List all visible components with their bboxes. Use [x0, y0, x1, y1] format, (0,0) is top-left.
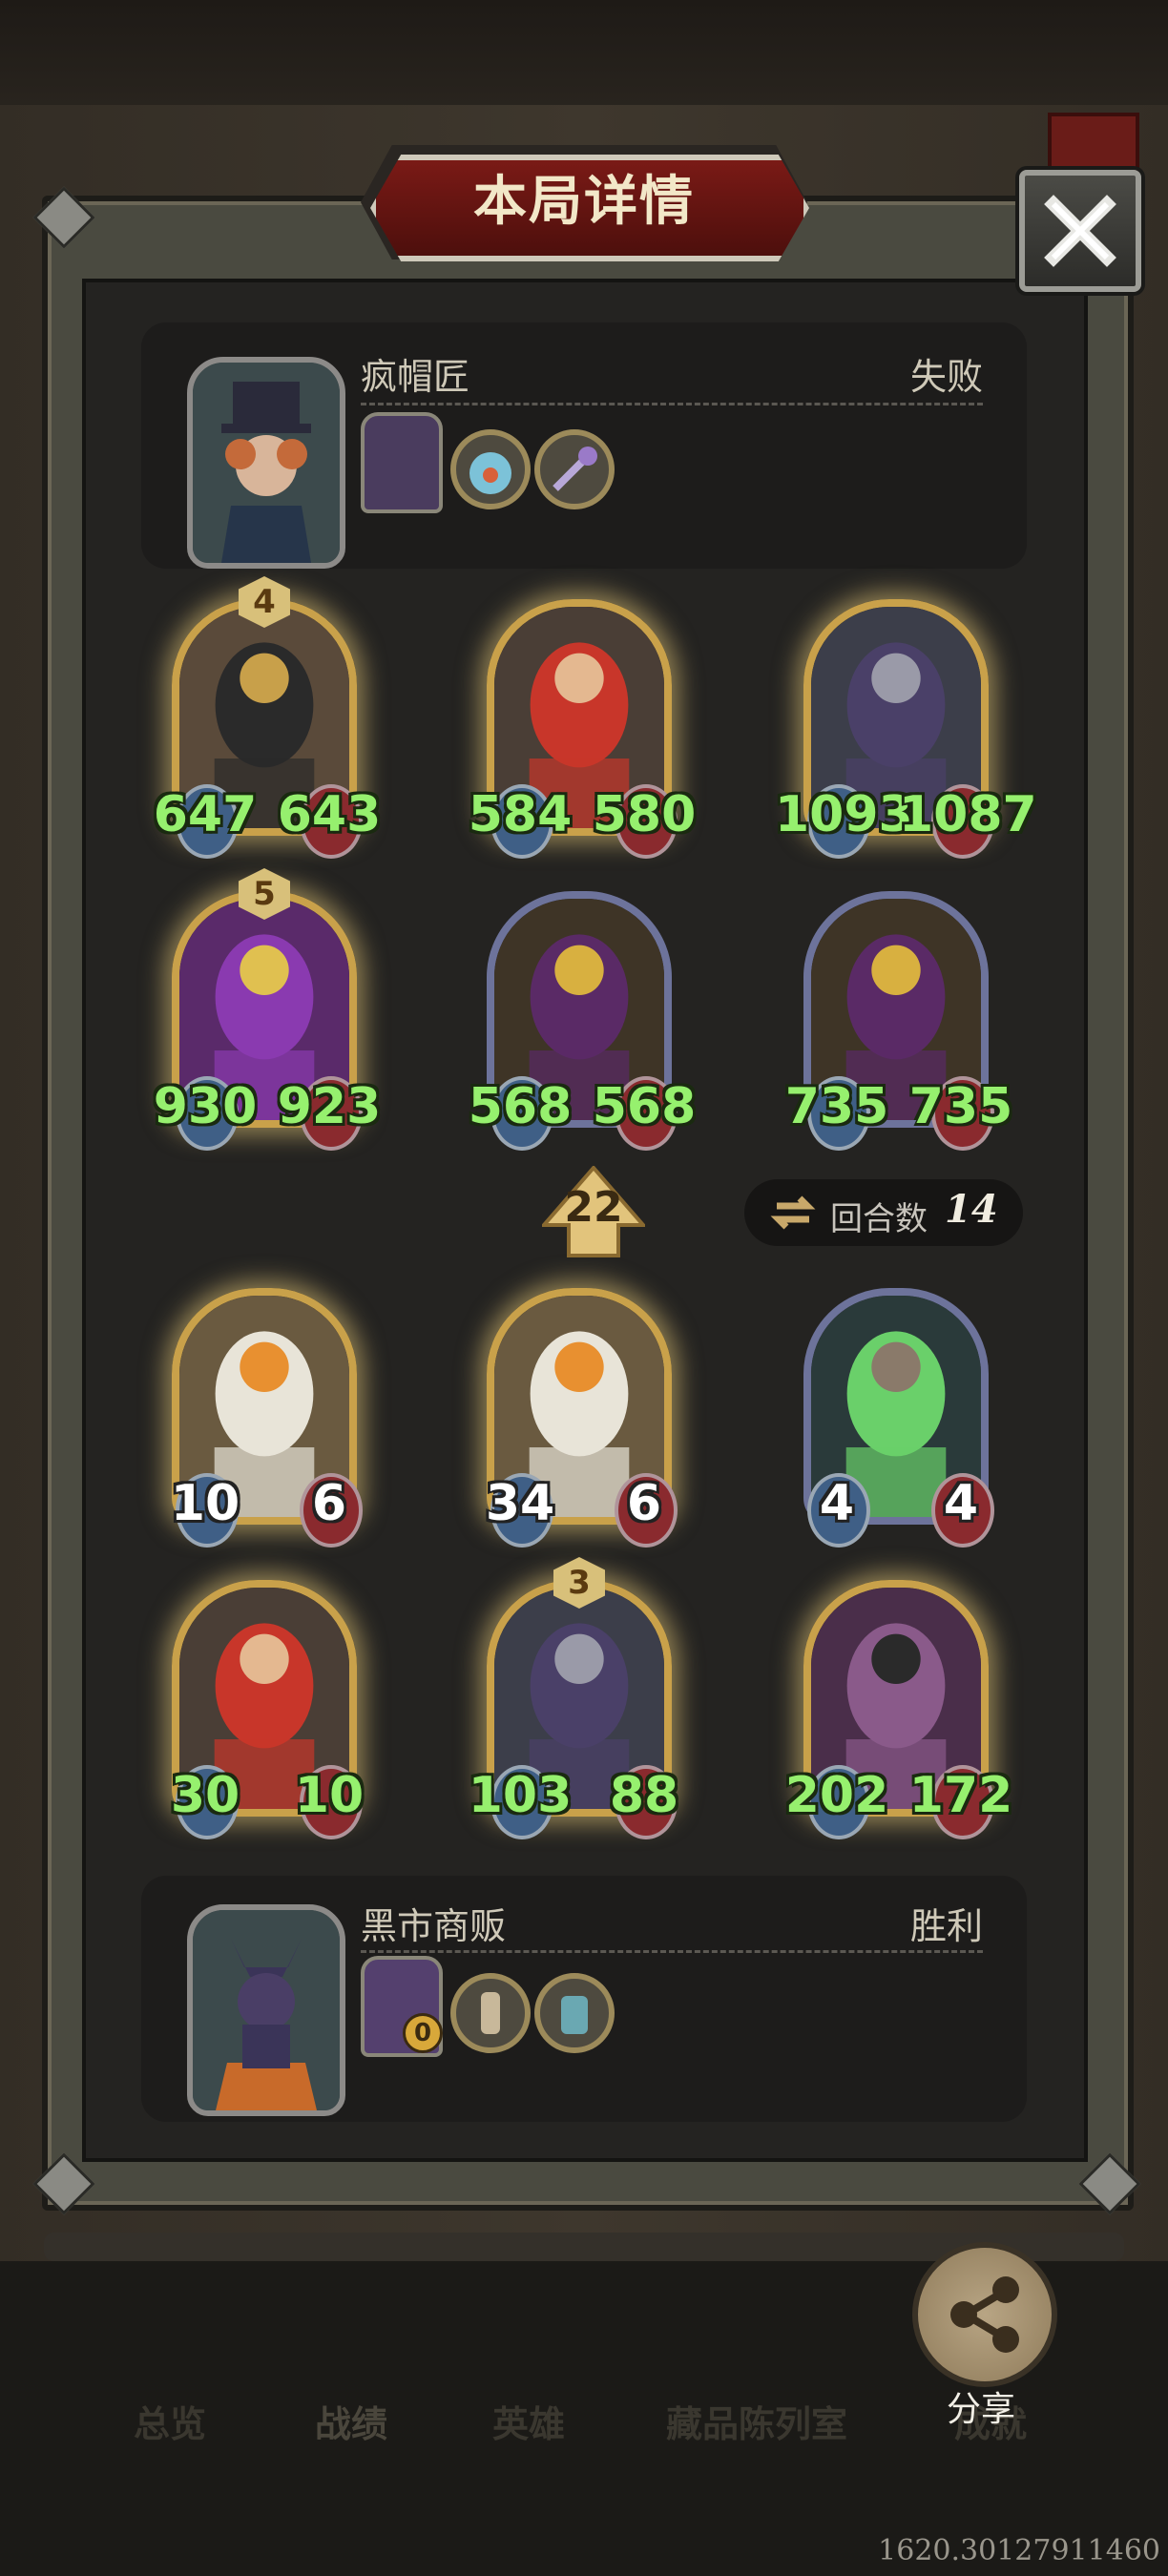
divider — [361, 403, 983, 405]
attack-value: 10 — [170, 1475, 240, 1532]
health-value: 735 — [908, 1078, 1013, 1135]
health-value: 10 — [294, 1767, 365, 1824]
attack-value: 930 — [153, 1078, 258, 1135]
hat-relic-icon[interactable] — [361, 412, 443, 513]
share-icon — [950, 2276, 1019, 2353]
attack-value: 34 — [485, 1475, 555, 1532]
health-value: 568 — [592, 1078, 697, 1135]
health-value: 1087 — [899, 786, 1037, 843]
share-label: 分享 — [946, 2390, 1015, 2429]
build-code: 1620.30127911460 — [878, 2534, 1160, 2567]
opponent-name: 疯帽匠 — [361, 356, 470, 398]
attack-value: 30 — [170, 1767, 240, 1824]
divider — [361, 1950, 983, 1953]
health-value: 580 — [592, 786, 697, 843]
attack-value: 735 — [784, 1078, 889, 1135]
scroll-icon[interactable] — [450, 1973, 531, 2053]
rounds-value: 14 — [945, 1187, 998, 1232]
opponent-result: 失败 — [909, 356, 983, 398]
opponent-avatar[interactable] — [187, 357, 345, 569]
attack-value: 4 — [819, 1475, 855, 1532]
door-counter: 0 — [403, 2013, 443, 2053]
tab-overview[interactable]: 总览 — [134, 2395, 206, 2447]
attack-value: 568 — [468, 1078, 573, 1135]
health-value: 4 — [943, 1475, 979, 1532]
attack-value: 1093 — [775, 786, 913, 843]
share-button[interactable] — [912, 2242, 1057, 2387]
key-wand-icon[interactable] — [534, 429, 615, 509]
health-value: 6 — [626, 1475, 662, 1532]
fishbowl-icon[interactable] — [450, 429, 531, 509]
health-value: 643 — [277, 786, 382, 843]
rounds-label: 回合数 — [830, 1200, 928, 1238]
tab-record[interactable]: 战绩 — [315, 2395, 387, 2447]
health-value: 6 — [311, 1475, 347, 1532]
refresh-icon — [770, 1195, 816, 1230]
player-name: 黑市商贩 — [361, 1905, 507, 1947]
jar-icon[interactable] — [534, 1973, 615, 2053]
attack-value: 584 — [468, 786, 573, 843]
page-title: 本局详情 — [473, 171, 695, 233]
tab-heroes[interactable]: 英雄 — [492, 2395, 565, 2447]
tier-value: 22 — [564, 1183, 623, 1232]
health-value: 172 — [908, 1767, 1013, 1824]
close-button[interactable] — [1019, 170, 1141, 292]
attack-value: 647 — [153, 786, 258, 843]
close-icon — [1044, 195, 1116, 267]
tab-collection[interactable]: 藏品陈列室 — [666, 2395, 847, 2447]
health-value: 88 — [609, 1767, 679, 1824]
player-avatar[interactable] — [187, 1904, 345, 2116]
attack-value: 103 — [468, 1767, 573, 1824]
health-value: 923 — [277, 1078, 382, 1135]
player-result: 胜利 — [909, 1905, 983, 1947]
attack-value: 202 — [784, 1767, 889, 1824]
